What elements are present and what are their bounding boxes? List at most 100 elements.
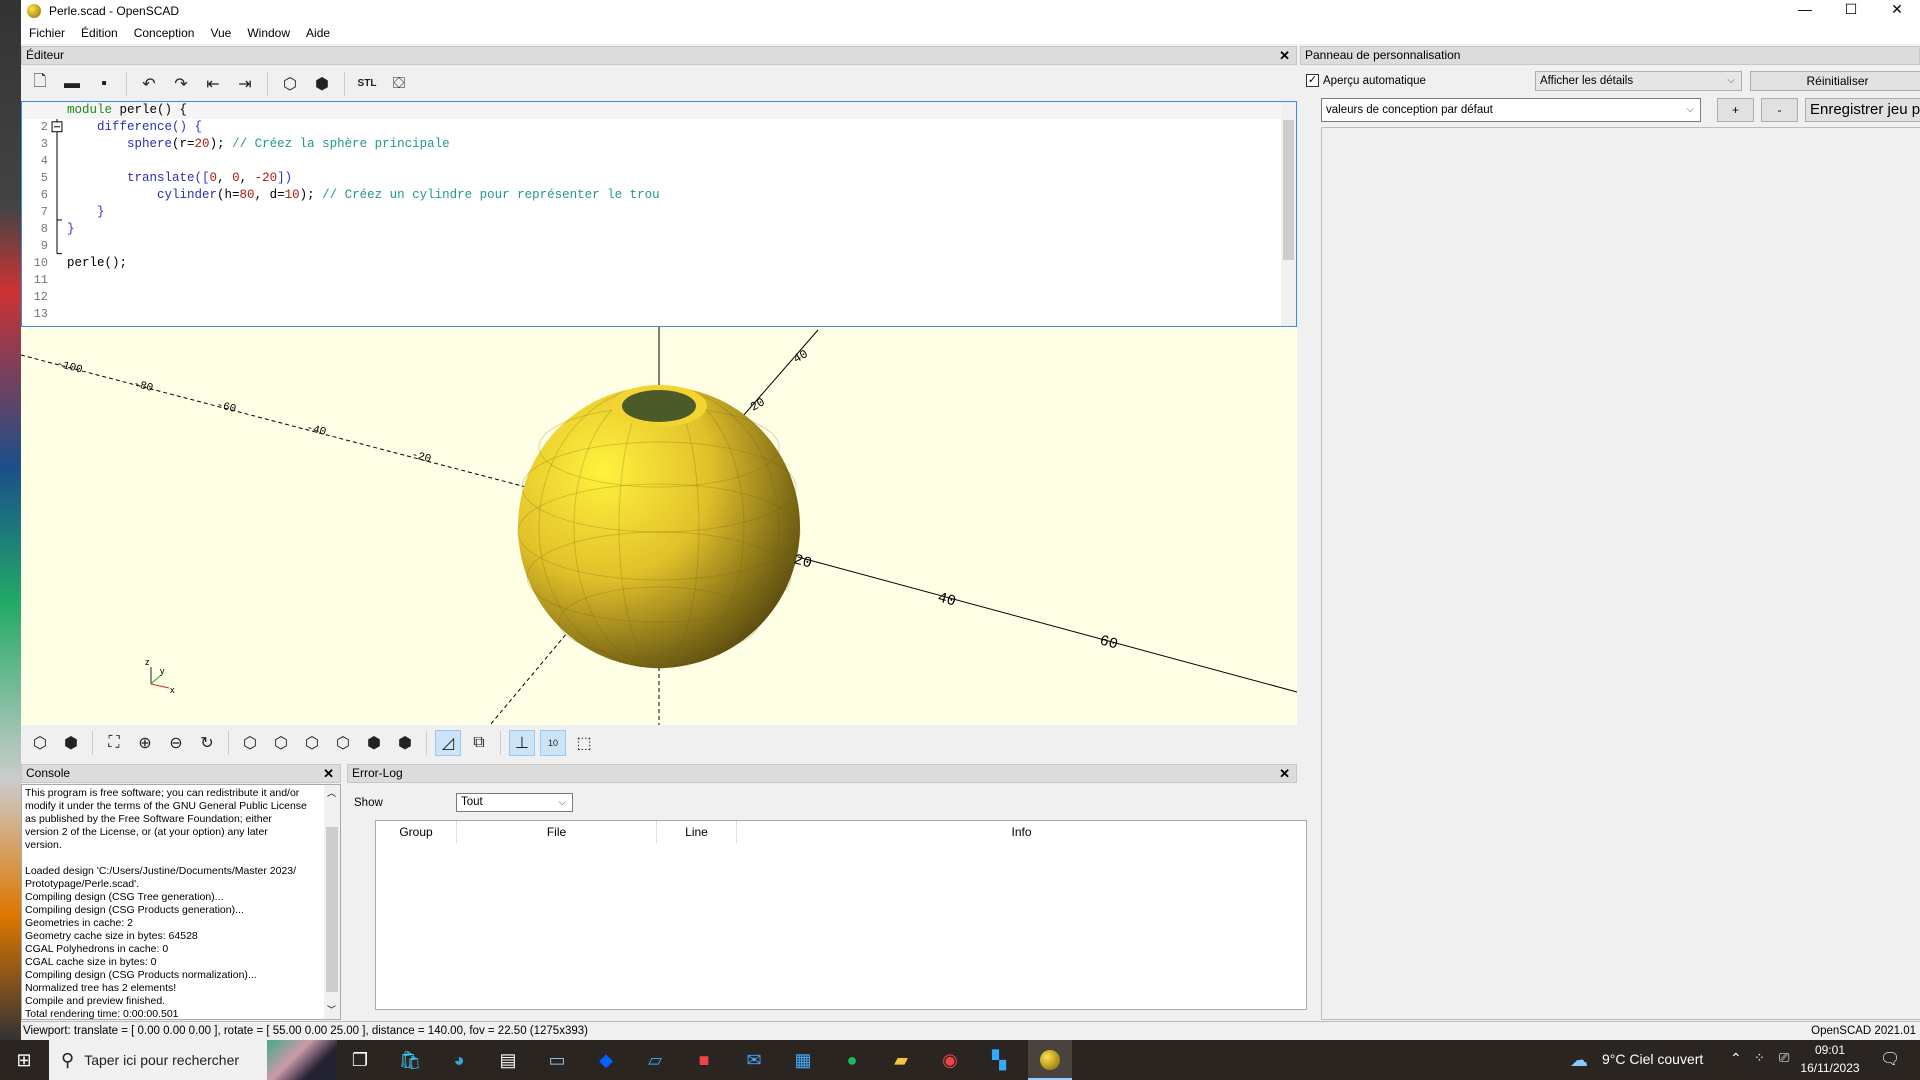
weather-text[interactable]: 9°C Ciel couvert bbox=[1602, 1051, 1703, 1067]
indent-icon[interactable]: ⇥ bbox=[232, 71, 258, 97]
edge-icon[interactable]: ◕ bbox=[445, 1046, 473, 1074]
save-preset-button[interactable]: Enregistrer jeu param bbox=[1805, 98, 1920, 122]
reset-view-icon[interactable]: ↻ bbox=[194, 730, 220, 756]
scrollbar-thumb[interactable] bbox=[326, 827, 338, 992]
document-icon[interactable]: ▤ bbox=[494, 1046, 522, 1074]
console-lines: This program is free software; you can r… bbox=[25, 787, 322, 1021]
close-button[interactable]: ✕ bbox=[1874, 0, 1920, 22]
spotify-icon[interactable]: ● bbox=[838, 1046, 866, 1074]
weather-icon[interactable]: ☁ bbox=[1570, 1050, 1588, 1071]
add-preset-button[interactable]: + bbox=[1717, 98, 1754, 122]
errorlog-title: Error-Log bbox=[352, 766, 403, 780]
console-scrollbar[interactable]: ︿ ﹀ bbox=[324, 785, 340, 1019]
new-file-icon[interactable]: 🗋 bbox=[27, 71, 53, 97]
menu-conception[interactable]: Conception bbox=[134, 26, 195, 40]
console-line: Prototypage/Perle.scad'. bbox=[25, 878, 140, 890]
show-axes-icon[interactable]: ⊥ bbox=[509, 730, 535, 756]
scrollbar-thumb[interactable] bbox=[1283, 120, 1294, 260]
maximize-button[interactable]: ☐ bbox=[1828, 0, 1874, 22]
column-header-info[interactable]: Info bbox=[737, 821, 1306, 843]
auto-preview-option[interactable]: ✓ Aperçu automatique bbox=[1306, 74, 1426, 87]
3d-viewport[interactable]: 20 40 60 20 40 -20 -40 -60 -80 -100 z xy bbox=[20, 327, 1298, 726]
console-output[interactable]: This program is free software; you can r… bbox=[21, 784, 341, 1020]
view-bottom-icon[interactable]: ⬡ bbox=[299, 730, 325, 756]
code-line: perle(); bbox=[67, 256, 128, 270]
customizer-header: Panneau de personnalisation bbox=[1300, 46, 1920, 65]
menu-fichier[interactable]: Fichier bbox=[29, 26, 65, 40]
render-icon[interactable]: ⬢ bbox=[58, 730, 84, 756]
show-edges-icon[interactable]: ⬚ bbox=[571, 730, 597, 756]
view-all-icon[interactable]: ⛶ bbox=[101, 730, 127, 756]
close-icon[interactable]: ✕ bbox=[323, 765, 334, 782]
menu-vue[interactable]: Vue bbox=[210, 26, 231, 40]
details-select[interactable]: Afficher les détails ⌵ bbox=[1535, 71, 1742, 91]
camera-icon[interactable]: ⎚ bbox=[1779, 1050, 1789, 1066]
scroll-down-icon[interactable]: ﹀ bbox=[327, 1004, 336, 1017]
preset-select[interactable]: valeurs de conception par défaut ⌵ bbox=[1321, 98, 1701, 122]
show-scale-markers-icon[interactable]: 10 bbox=[540, 730, 566, 756]
orthogonal-icon[interactable]: ⧉ bbox=[466, 730, 492, 756]
notifications-icon[interactable]: 🗨 bbox=[1880, 1049, 1900, 1069]
redo-icon[interactable]: ↷ bbox=[168, 71, 194, 97]
preview-icon[interactable]: ⬡ bbox=[27, 730, 53, 756]
send-to-printer-icon[interactable]: ⛋ bbox=[386, 71, 412, 97]
neg-axis-label: -20 bbox=[410, 449, 432, 466]
dropbox-icon[interactable]: ◆ bbox=[592, 1046, 620, 1074]
status-bar: Viewport: translate = [ 0.00 0.00 0.00 ]… bbox=[21, 1021, 1920, 1040]
preview-icon[interactable]: ⬡ bbox=[277, 71, 303, 97]
photos-icon[interactable]: ▭ bbox=[543, 1046, 571, 1074]
view-back-icon[interactable]: ⬢ bbox=[392, 730, 418, 756]
open-file-icon[interactable]: ▬ bbox=[59, 71, 85, 97]
checkbox-checked-icon[interactable]: ✓ bbox=[1306, 74, 1319, 87]
reset-button[interactable]: Réinitialiser bbox=[1750, 71, 1920, 91]
export-stl-icon[interactable]: STL bbox=[354, 71, 380, 97]
network-icon[interactable]: ⁘ bbox=[1754, 1050, 1765, 1066]
save-icon[interactable]: ▪ bbox=[91, 71, 117, 97]
zoom-in-icon[interactable]: ⊕ bbox=[132, 730, 158, 756]
minimize-button[interactable]: — bbox=[1782, 0, 1828, 22]
view-right-icon[interactable]: ⬡ bbox=[237, 730, 263, 756]
close-icon[interactable]: ✕ bbox=[1279, 47, 1290, 64]
windows-start-icon[interactable]: ⊞ bbox=[10, 1046, 38, 1074]
console-line: version 2 of the License, or (at your op… bbox=[25, 826, 268, 838]
chrome-icon[interactable]: ◉ bbox=[936, 1046, 964, 1074]
task-view-icon[interactable]: ❐ bbox=[346, 1046, 374, 1074]
view-front-icon[interactable]: ⬢ bbox=[361, 730, 387, 756]
toolbar-divider bbox=[126, 71, 127, 96]
chevron-up-icon[interactable]: ⌃ bbox=[1730, 1050, 1742, 1067]
unindent-icon[interactable]: ⇤ bbox=[200, 71, 226, 97]
menu-window[interactable]: Window bbox=[247, 26, 290, 40]
clock-time[interactable]: 09:01 bbox=[1800, 1043, 1860, 1057]
viewport-canvas[interactable]: 20 40 60 20 40 -20 -40 -60 -80 -100 z xy bbox=[20, 327, 1298, 726]
openscad-taskbar-button[interactable] bbox=[1028, 1040, 1072, 1080]
show-filter-select[interactable]: Tout ⌵ bbox=[456, 793, 573, 812]
column-header-file[interactable]: File bbox=[457, 821, 657, 843]
store-icon[interactable]: 🛍 bbox=[396, 1046, 424, 1074]
undo-icon[interactable]: ↶ bbox=[136, 71, 162, 97]
close-icon[interactable]: ✕ bbox=[1279, 765, 1290, 782]
render-icon[interactable]: ⬢ bbox=[309, 71, 335, 97]
perspective-icon[interactable]: ◿ bbox=[435, 730, 461, 756]
app-icon[interactable]: ■ bbox=[690, 1046, 718, 1074]
pc-icon[interactable]: ▱ bbox=[641, 1046, 669, 1074]
taskbar-search[interactable]: ⚲ Taper ici pour rechercher bbox=[49, 1040, 337, 1080]
app-icon[interactable]: ▚ bbox=[985, 1046, 1013, 1074]
code-editor[interactable]: 1 2 3 4 5 6 7 8 9 10 11 12 13 module per… bbox=[21, 101, 1297, 327]
calculator-icon[interactable]: ▦ bbox=[789, 1046, 817, 1074]
file-explorer-icon[interactable]: ▰ bbox=[887, 1046, 915, 1074]
clock-date[interactable]: 16/11/2023 bbox=[1796, 1061, 1864, 1075]
zoom-out-icon[interactable]: ⊖ bbox=[163, 730, 189, 756]
editor-scrollbar[interactable] bbox=[1281, 102, 1296, 326]
code-line: } bbox=[67, 222, 75, 236]
column-header-group[interactable]: Group bbox=[376, 821, 457, 843]
column-header-line[interactable]: Line bbox=[657, 821, 737, 843]
mail-icon[interactable]: ✉ bbox=[740, 1046, 768, 1074]
menu-aide[interactable]: Aide bbox=[306, 26, 330, 40]
remove-preset-button[interactable]: - bbox=[1761, 98, 1798, 122]
menu-edition[interactable]: Édition bbox=[81, 26, 118, 40]
scroll-up-icon[interactable]: ︿ bbox=[327, 787, 336, 800]
code-text[interactable]: module perle() { difference() { sphere(r… bbox=[22, 102, 1296, 272]
view-top-icon[interactable]: ⬡ bbox=[268, 730, 294, 756]
view-left-icon[interactable]: ⬡ bbox=[330, 730, 356, 756]
toolbar-divider bbox=[92, 731, 93, 755]
